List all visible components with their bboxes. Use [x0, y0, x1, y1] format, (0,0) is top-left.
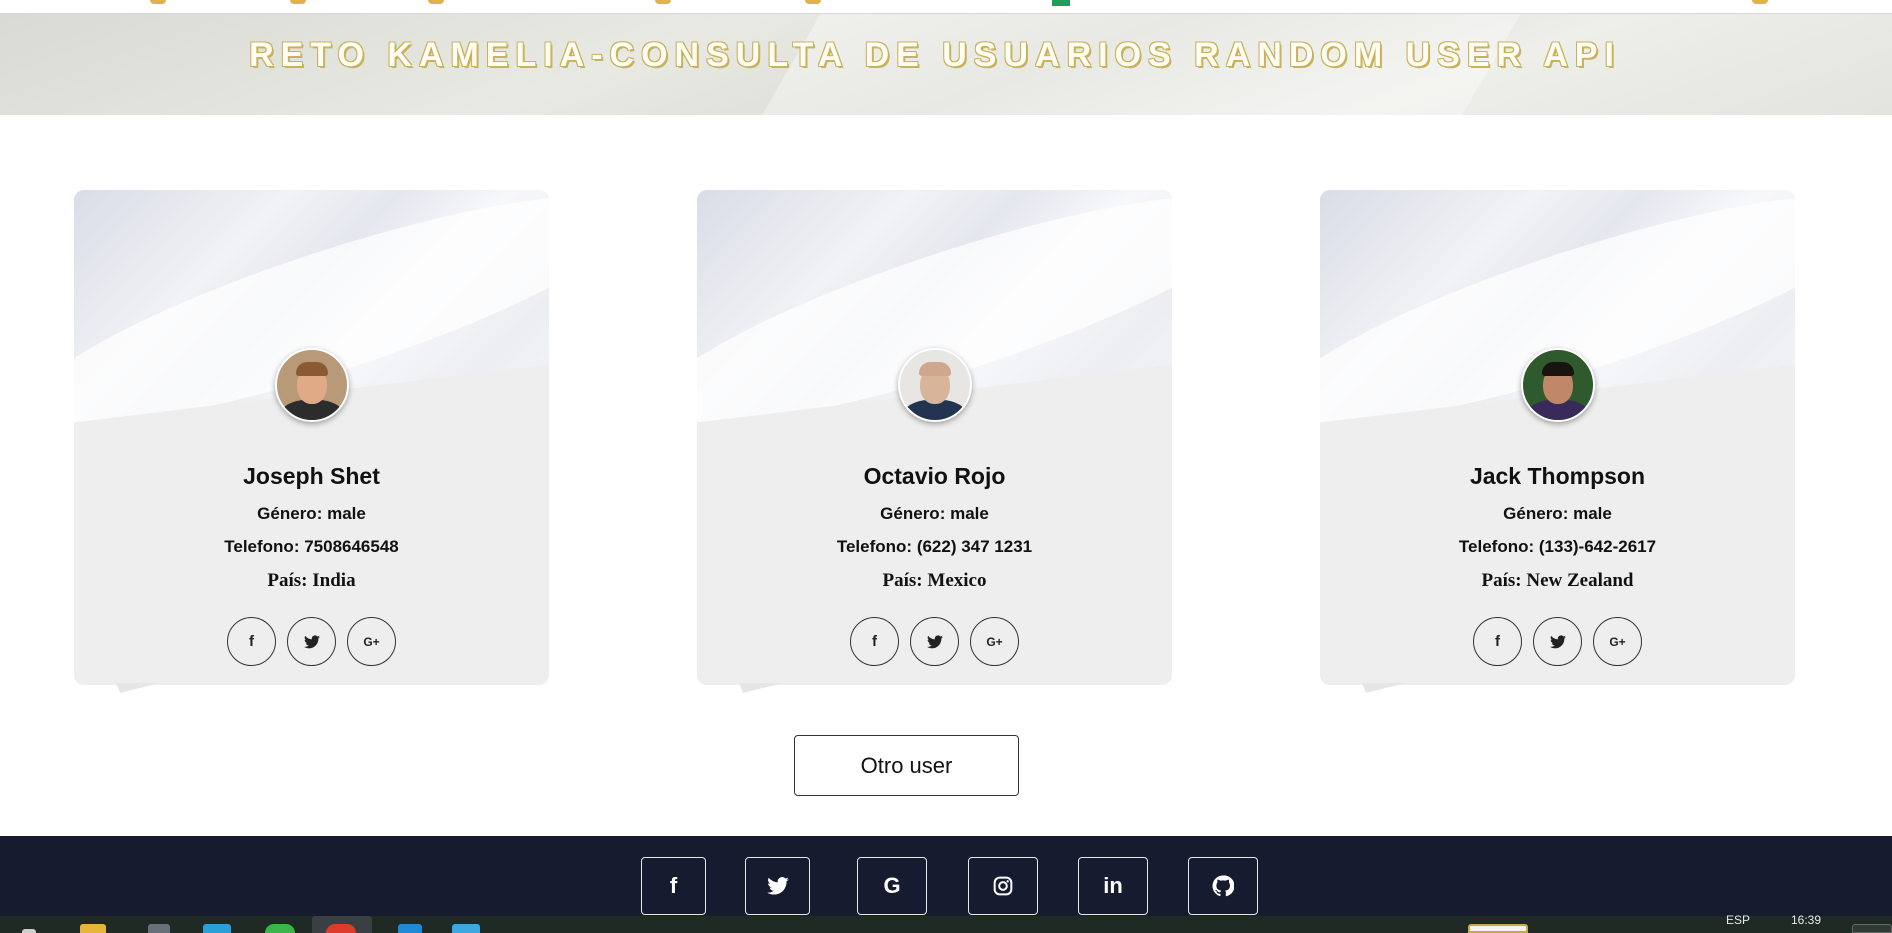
another-user-button[interactable]: Otro user [794, 735, 1019, 796]
user-country: País: New Zealand [1481, 570, 1634, 591]
whatsapp-icon[interactable] [265, 924, 295, 933]
user-card: Jack Thompson Género: male Telefono: (13… [1320, 190, 1795, 693]
language-indicator[interactable]: ESP [1726, 913, 1750, 927]
user-country: País: India [267, 570, 356, 591]
twitter-icon[interactable] [1533, 617, 1582, 666]
twitter-icon[interactable] [910, 617, 959, 666]
page-header: RETO KAMELIA-CONSULTA DE USUARIOS RANDOM… [0, 14, 1892, 115]
twitter-icon[interactable] [745, 857, 810, 915]
bookmark-icon[interactable] [805, 0, 821, 4]
user-gender: Género: male [1503, 504, 1612, 523]
linkedin-icon[interactable]: in [1078, 857, 1148, 915]
user-card: Octavio Rojo Género: male Telefono: (622… [697, 190, 1172, 693]
vscode-icon[interactable] [398, 924, 422, 933]
bookmark-icon[interactable] [290, 0, 306, 4]
folder-icon[interactable] [80, 924, 106, 933]
user-card: Joseph Shet Género: male Telefono: 75086… [74, 190, 549, 693]
browser-top-strip [0, 0, 1892, 14]
avatar [275, 348, 349, 422]
bookmark-icon[interactable] [1752, 0, 1768, 4]
google-plus-icon[interactable]: G+ [347, 617, 396, 666]
show-desktop-button[interactable] [1852, 924, 1892, 933]
facebook-icon[interactable]: f [227, 617, 276, 666]
facebook-icon[interactable]: f [1473, 617, 1522, 666]
card-tail [1362, 683, 1406, 693]
google-plus-icon[interactable]: G+ [1593, 617, 1642, 666]
app-icon[interactable] [148, 924, 170, 933]
bookmark-icon[interactable] [428, 0, 444, 4]
facebook-icon[interactable]: f [850, 617, 899, 666]
avatar [1521, 348, 1595, 422]
github-icon[interactable] [1188, 857, 1258, 915]
user-phone: Telefono: (622) 347 1231 [836, 537, 1033, 556]
user-phone: Telefono: 7508646548 [224, 537, 399, 556]
app-icon[interactable] [203, 924, 231, 933]
user-gender: Género: male [880, 504, 989, 523]
user-name: Joseph Shet [243, 463, 380, 489]
user-name: Jack Thompson [1469, 463, 1646, 489]
user-country: País: Mexico [882, 570, 987, 591]
bookmark-icon[interactable] [655, 0, 671, 4]
google-plus-icon[interactable]: G+ [970, 617, 1019, 666]
bookmark-icon[interactable] [1052, 0, 1070, 6]
page-title: RETO KAMELIA-CONSULTA DE USUARIOS RANDOM… [249, 36, 1621, 74]
user-name: Octavio Rojo [863, 463, 1006, 489]
start-icon[interactable] [22, 929, 36, 933]
bookmark-icon[interactable] [150, 0, 166, 4]
user-phone: Telefono: (133)-642-2617 [1458, 537, 1657, 556]
card-tail [116, 683, 160, 693]
avatar [898, 348, 972, 422]
card-social-links: f G+ [74, 617, 549, 666]
instagram-icon[interactable] [968, 857, 1038, 915]
facebook-icon[interactable]: f [641, 857, 706, 915]
page-footer: f G in [0, 836, 1892, 916]
user-gender: Género: male [257, 504, 366, 523]
chrome-icon[interactable] [326, 924, 356, 933]
app-icon[interactable] [452, 924, 480, 933]
twitter-icon[interactable] [287, 617, 336, 666]
google-icon[interactable]: G [857, 857, 927, 915]
clock[interactable]: 16:39 [1791, 913, 1821, 927]
card-social-links: f G+ [697, 617, 1172, 666]
os-taskbar: ESP 16:39 [0, 913, 1892, 933]
card-tail [739, 683, 783, 693]
tray-preview[interactable] [1468, 924, 1528, 933]
card-social-links: f G+ [1320, 617, 1795, 666]
